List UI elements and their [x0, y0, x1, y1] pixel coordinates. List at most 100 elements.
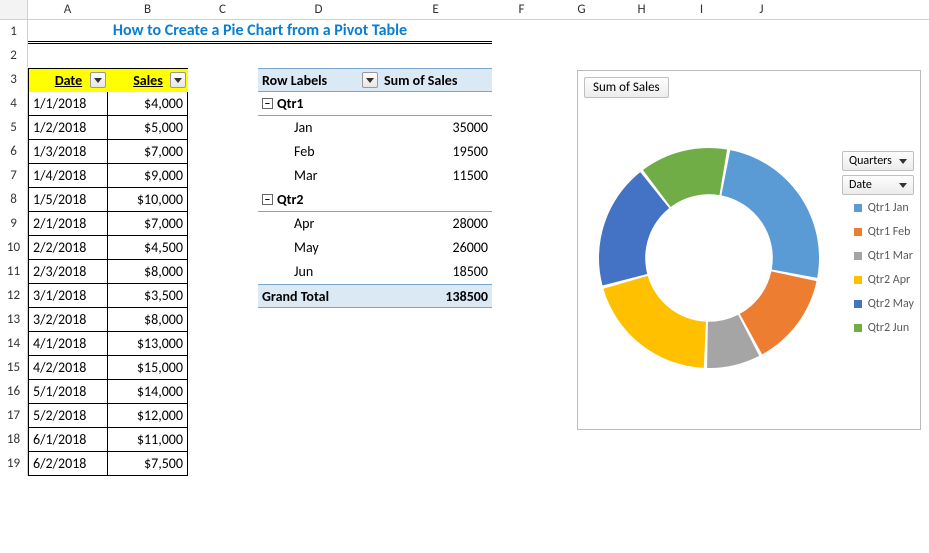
cell-A19[interactable]: 6/2/2018 [28, 452, 108, 476]
cell-D2[interactable] [258, 44, 380, 68]
row-header-12[interactable]: 12 [0, 284, 28, 308]
cell-C15[interactable] [188, 356, 258, 380]
pivot-row-value[interactable]: 35000 [380, 116, 492, 140]
pivot-row-value[interactable]: 19500 [380, 140, 492, 164]
cell-F19[interactable] [492, 452, 552, 476]
cell-I19[interactable] [672, 452, 732, 476]
row-header-18[interactable]: 18 [0, 428, 28, 452]
cell-E19[interactable] [380, 452, 492, 476]
column-header-B[interactable]: B [108, 0, 188, 19]
row-header-4[interactable]: 4 [0, 92, 28, 116]
row-header-16[interactable]: 16 [0, 380, 28, 404]
cell-D19[interactable] [258, 452, 380, 476]
cell-D13[interactable] [258, 308, 380, 332]
cell-D15[interactable] [258, 356, 380, 380]
cell-B9[interactable]: $7,000 [108, 212, 188, 236]
cell-F4[interactable] [492, 92, 552, 116]
cell-C3[interactable] [188, 68, 258, 92]
cell-F14[interactable] [492, 332, 552, 356]
cell-C19[interactable] [188, 452, 258, 476]
cell-H2[interactable] [612, 44, 672, 68]
cell-B3[interactable]: Sales [108, 68, 188, 92]
cell-F13[interactable] [492, 308, 552, 332]
column-header-F[interactable]: F [492, 0, 552, 19]
cell-F15[interactable] [492, 356, 552, 380]
chart-value-field-button[interactable]: Sum of Sales [584, 77, 669, 98]
cell-C18[interactable] [188, 428, 258, 452]
column-header-E[interactable]: E [380, 0, 492, 19]
cell-E17[interactable] [380, 404, 492, 428]
cell-E8[interactable] [380, 188, 492, 212]
cell-H18[interactable] [612, 428, 672, 452]
pivot-chart[interactable]: Sum of Sales Quarters Date Qtr1 JanQtr1 … [577, 70, 921, 430]
cell-B7[interactable]: $9,000 [108, 164, 188, 188]
cell-H1[interactable] [612, 20, 672, 44]
cell-F6[interactable] [492, 140, 552, 164]
row-header-2[interactable]: 2 [0, 44, 28, 68]
cell-B6[interactable]: $7,000 [108, 140, 188, 164]
cell-A8[interactable]: 1/5/2018 [28, 188, 108, 212]
cell-C11[interactable] [188, 260, 258, 284]
collapse-icon[interactable]: − [262, 98, 273, 109]
pivot-row-value[interactable]: 18500 [380, 260, 492, 284]
pivot-group-Qtr2[interactable]: −Qtr2 [258, 188, 380, 212]
cell-G19[interactable] [552, 452, 612, 476]
pivot-row-value[interactable]: 28000 [380, 212, 492, 236]
cell-J1[interactable] [732, 20, 792, 44]
cell-E13[interactable] [380, 308, 492, 332]
cell-D16[interactable] [258, 380, 380, 404]
column-header-H[interactable]: H [612, 0, 672, 19]
cell-A18[interactable]: 6/1/2018 [28, 428, 108, 452]
cell-C12[interactable] [188, 284, 258, 308]
chart-field-button-quarters[interactable]: Quarters [842, 151, 914, 171]
cell-B16[interactable]: $14,000 [108, 380, 188, 404]
cell-F9[interactable] [492, 212, 552, 236]
cell-A5[interactable]: 1/2/2018 [28, 116, 108, 140]
cell-A9[interactable]: 2/1/2018 [28, 212, 108, 236]
pivot-filter-button[interactable] [362, 72, 378, 88]
cell-C6[interactable] [188, 140, 258, 164]
cell-A13[interactable]: 3/2/2018 [28, 308, 108, 332]
row-header-1[interactable]: 1 [0, 20, 28, 44]
row-header-9[interactable]: 9 [0, 212, 28, 236]
cell-C2[interactable] [188, 44, 258, 68]
cell-J19[interactable] [732, 452, 792, 476]
row-header-17[interactable]: 17 [0, 404, 28, 428]
cell-C8[interactable] [188, 188, 258, 212]
cell-B17[interactable]: $12,000 [108, 404, 188, 428]
cell-C16[interactable] [188, 380, 258, 404]
cell-J2[interactable] [732, 44, 792, 68]
pivot-row-value[interactable]: 11500 [380, 164, 492, 188]
pivot-grand-total-value[interactable]: 138500 [380, 284, 492, 308]
pivot-row-label[interactable]: Feb [258, 140, 380, 164]
cell-B18[interactable]: $11,000 [108, 428, 188, 452]
pivot-grand-total-label[interactable]: Grand Total [258, 284, 380, 308]
row-header-14[interactable]: 14 [0, 332, 28, 356]
cell-F2[interactable] [492, 44, 552, 68]
cell-B2[interactable] [108, 44, 188, 68]
cell-C4[interactable] [188, 92, 258, 116]
cell-B14[interactable]: $13,000 [108, 332, 188, 356]
cell-C13[interactable] [188, 308, 258, 332]
cell-B12[interactable]: $3,500 [108, 284, 188, 308]
row-header-19[interactable]: 19 [0, 452, 28, 476]
cell-B5[interactable]: $5,000 [108, 116, 188, 140]
cell-F5[interactable] [492, 116, 552, 140]
cell-E2[interactable] [380, 44, 492, 68]
pivot-row-label[interactable]: Jan [258, 116, 380, 140]
row-header-10[interactable]: 10 [0, 236, 28, 260]
row-header-6[interactable]: 6 [0, 140, 28, 164]
cell-B4[interactable]: $4,000 [108, 92, 188, 116]
cell-D17[interactable] [258, 404, 380, 428]
cell-F1[interactable] [492, 20, 552, 44]
select-all-corner[interactable] [0, 0, 28, 19]
cell-E15[interactable] [380, 356, 492, 380]
cell-A17[interactable]: 5/2/2018 [28, 404, 108, 428]
cell-B13[interactable]: $8,000 [108, 308, 188, 332]
cell-E4[interactable] [380, 92, 492, 116]
cell-C7[interactable] [188, 164, 258, 188]
cell-C9[interactable] [188, 212, 258, 236]
cell-B8[interactable]: $10,000 [108, 188, 188, 212]
chart-field-button-date[interactable]: Date [842, 175, 914, 195]
cell-C5[interactable] [188, 116, 258, 140]
